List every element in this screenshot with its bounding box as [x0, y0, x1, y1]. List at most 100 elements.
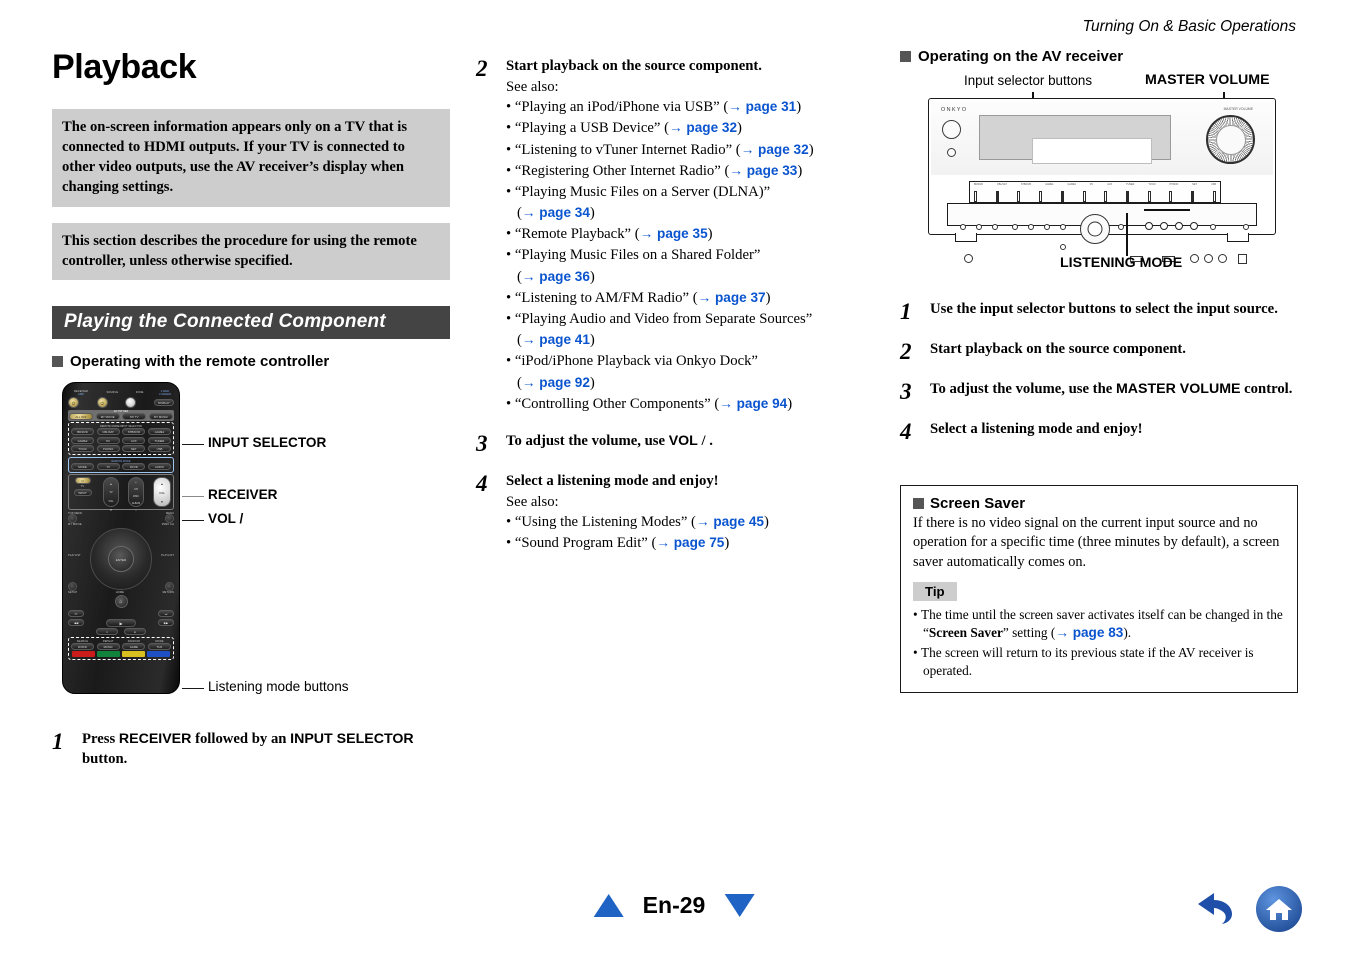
remote-audio-button[interactable]: AUDIO — [147, 462, 171, 470]
remote-stbdvr-button[interactable]: STB/DVR — [122, 428, 146, 436]
remote-cblsat-button[interactable]: CBL/SAT — [96, 428, 120, 436]
input-jack-1[interactable] — [1190, 254, 1199, 263]
remote-home-button[interactable]: ⌂ — [114, 595, 128, 609]
remote-blue-button[interactable] — [146, 651, 171, 658]
remote-pc-button[interactable]: PC — [96, 436, 120, 444]
remote-tv-mode-button[interactable]: TV — [96, 462, 120, 470]
lower-dot-9[interactable] — [1118, 224, 1124, 230]
remote-dvd-mode-button[interactable]: DVD/D — [71, 642, 94, 650]
page-link[interactable]: → page 31 — [728, 99, 796, 114]
remote-mode-button[interactable]: MODE — [71, 462, 94, 470]
listening-mode-button-2[interactable] — [1160, 222, 1168, 230]
remote-zone-button[interactable] — [125, 396, 137, 408]
lower-dot-6[interactable] — [1044, 224, 1050, 230]
remote-my-music-button[interactable]: MY MUSIC — [148, 412, 173, 420]
lower-dot-10[interactable] — [1210, 224, 1216, 230]
lower-dot-1[interactable] — [960, 224, 966, 230]
listening-mode-button-4[interactable] — [1190, 222, 1198, 230]
page-link[interactable]: → page 35 — [640, 226, 708, 241]
remote-power-receiver-button[interactable]: ⏻ — [68, 396, 79, 408]
remote-my-tv-button[interactable]: MY TV — [122, 412, 147, 420]
back-arrow-icon[interactable] — [1194, 887, 1240, 932]
remote-fastforward-button[interactable]: ▶▶ — [158, 619, 174, 627]
remote-phono-button[interactable]: PHONO — [96, 445, 120, 453]
remote-ch-disc-rocker[interactable]: + CH DISC ALBUM − — [128, 477, 144, 512]
remote-net-button[interactable]: NET — [122, 445, 146, 453]
remote-pause-button[interactable]: ⏸ — [96, 628, 118, 636]
input-selector-button-game1[interactable] — [1039, 191, 1043, 202]
input-selector-buttons-strip[interactable]: BD/DVD CBL/SAT STB/DVR GAME1 GAME2 PC AUX TUNER… — [969, 181, 1221, 203]
page-link[interactable]: → page 34 — [522, 205, 590, 220]
remote-green-button[interactable] — [96, 651, 121, 658]
lower-dot-4[interactable] — [1012, 224, 1018, 230]
lower-dot-2[interactable] — [976, 224, 982, 230]
remote-skip-back-button[interactable]: ⏮ — [68, 610, 84, 618]
triangle-up-icon[interactable] — [593, 894, 624, 917]
page-link[interactable]: → page 83 — [1055, 625, 1123, 640]
input-selector-button-stb-dvr[interactable] — [1017, 191, 1021, 202]
input-selector-button-game2[interactable] — [1060, 191, 1064, 202]
input-selector-button-bd-dvd[interactable] — [974, 191, 977, 202]
page-link[interactable]: → page 94 — [719, 396, 787, 411]
remote-skip-fwd-button[interactable]: ⏭ — [158, 610, 174, 618]
remote-music-mode-button[interactable]: MUSIC — [96, 642, 120, 650]
remote-tv-vol-rocker[interactable]: ▲ TV VOL ▼ — [103, 477, 119, 512]
standby-button[interactable] — [942, 120, 961, 139]
page-link[interactable]: → page 92 — [522, 375, 590, 390]
remote-game-mode-button[interactable]: GAME — [122, 642, 146, 650]
remote-yellow-button[interactable] — [121, 651, 146, 658]
remote-usb-button[interactable]: USB — [147, 445, 171, 453]
home-icon[interactable] — [1256, 886, 1302, 932]
remote-bddvd-button[interactable]: BD/DVD — [71, 428, 94, 436]
input-selector-button-pc[interactable] — [1082, 191, 1086, 202]
remote-display-button[interactable]: DISPLAY — [153, 398, 174, 406]
remote-rewind-button[interactable]: ◀◀ — [68, 619, 84, 627]
lower-dot-11[interactable] — [1243, 224, 1249, 230]
page-link[interactable]: → page 37 — [698, 290, 766, 305]
lower-dot-3[interactable] — [992, 224, 998, 230]
remote-menu-button[interactable] — [165, 514, 174, 524]
setup-mic-jack[interactable] — [1238, 254, 1247, 264]
remote-rcvr-button[interactable]: RCVR — [122, 462, 146, 470]
remote-vol-rocker[interactable]: ▲ VOL ▼ — [153, 477, 171, 508]
remote-power-source-button[interactable]: ⏻ — [96, 396, 108, 408]
phones-jack[interactable] — [964, 254, 973, 263]
remote-input-button[interactable]: INPUT — [73, 488, 92, 496]
lower-dot-7[interactable] — [1060, 224, 1066, 230]
navigation-wheel[interactable] — [1080, 214, 1110, 244]
listening-mode-button-1[interactable] — [1145, 222, 1153, 230]
page-link[interactable]: → page 32 — [669, 120, 737, 135]
remote-aux-button[interactable]: AUX — [122, 436, 146, 444]
page-link[interactable]: → page 45 — [696, 514, 764, 529]
volume-small-knob[interactable] — [947, 148, 956, 157]
remote-game2-button[interactable]: GAME2 — [71, 436, 94, 444]
remote-top-menu-button[interactable] — [68, 514, 77, 524]
remote-tuner-button[interactable]: TUNER — [147, 436, 171, 444]
triangle-down-icon[interactable] — [724, 894, 755, 917]
input-selector-button-tv-cd[interactable] — [1147, 191, 1151, 202]
remote-all-off-button[interactable]: ALL OFF — [69, 412, 93, 420]
input-selector-button-tuner[interactable] — [1126, 191, 1130, 202]
remote-thx-mode-button[interactable]: THX — [147, 642, 171, 650]
remote-tv-power-button[interactable]: ⏻ — [74, 477, 91, 485]
lower-dot-8[interactable] — [1060, 244, 1066, 250]
input-selector-button-aux[interactable] — [1104, 191, 1108, 202]
page-link[interactable]: → page 33 — [729, 163, 797, 178]
remote-dpad[interactable]: ENTER — [90, 528, 152, 591]
input-selector-button-net[interactable] — [1191, 191, 1195, 202]
remote-game1-button[interactable]: GAME1 — [147, 428, 171, 436]
page-link[interactable]: → page 75 — [656, 535, 724, 550]
master-volume-knob[interactable] — [1206, 115, 1255, 164]
input-selector-button-usb[interactable] — [1212, 191, 1216, 202]
input-selector-button-phono[interactable] — [1169, 191, 1173, 202]
remote-my-movie-button[interactable]: MY MOVIE — [95, 412, 120, 420]
input-jack-2[interactable] — [1204, 254, 1213, 263]
remote-play-button[interactable]: ▶ — [106, 618, 136, 627]
lower-dot-5[interactable] — [1028, 224, 1034, 230]
remote-stop-button[interactable]: ⏹ — [124, 628, 146, 636]
input-selector-button-cbl-sat[interactable] — [995, 191, 999, 202]
listening-mode-button-3[interactable] — [1175, 222, 1183, 230]
remote-red-button[interactable] — [71, 651, 96, 658]
remote-tvcd-button[interactable]: TV/CD — [71, 445, 94, 453]
input-jack-3[interactable] — [1218, 254, 1227, 263]
